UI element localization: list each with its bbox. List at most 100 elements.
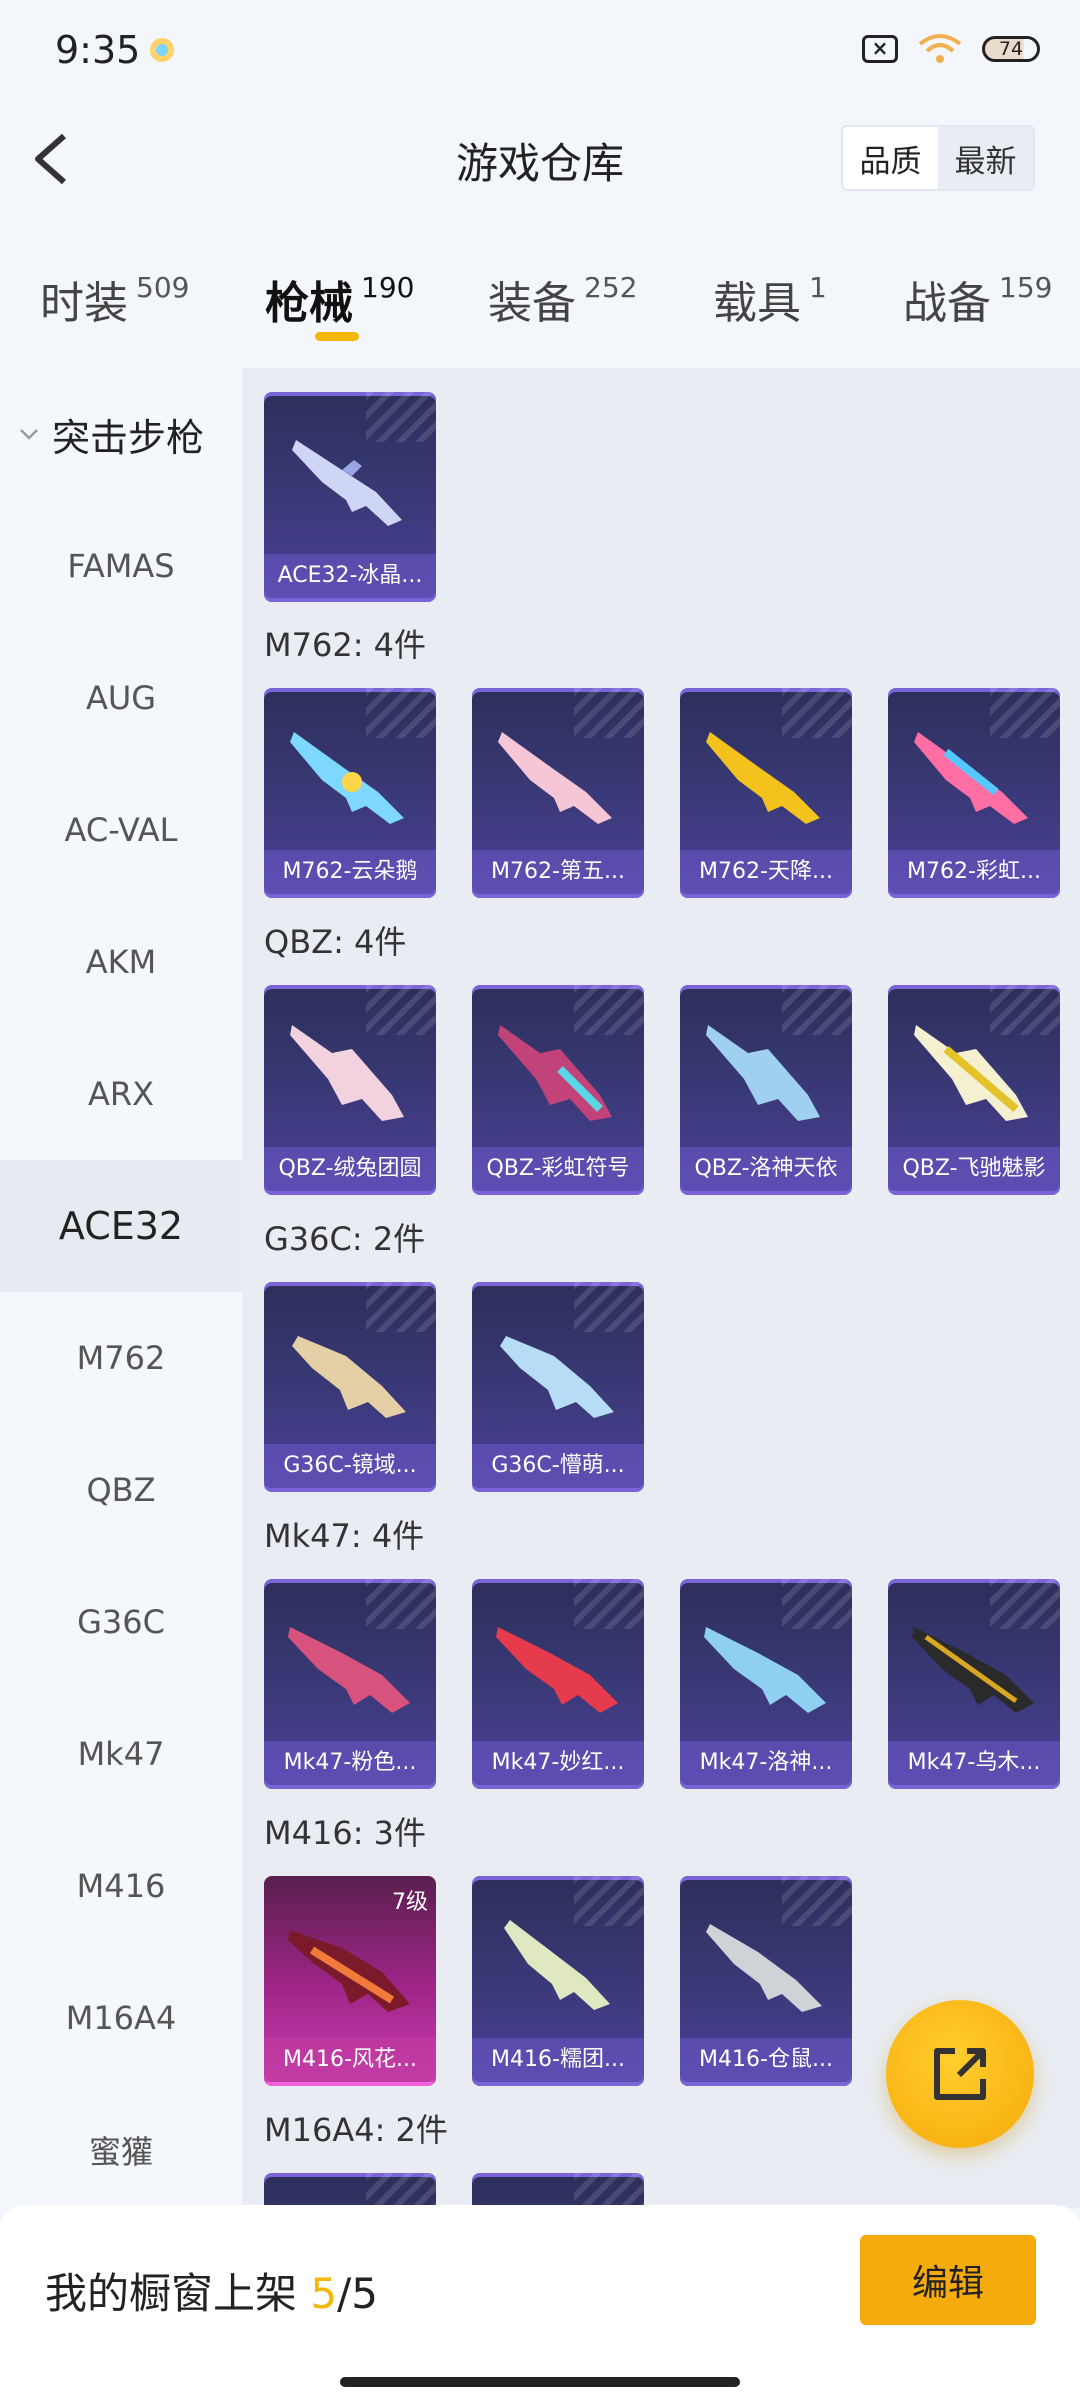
rifle-skin-image xyxy=(498,1025,612,1121)
status-time: 9:35 xyxy=(55,28,141,72)
tab-count: 1 xyxy=(809,271,827,304)
share-button[interactable] xyxy=(886,2000,1034,2148)
rifle-skin-image xyxy=(912,1627,1034,1713)
sidebar-item-qbz[interactable]: QBZ xyxy=(0,1424,242,1556)
skin-card[interactable] xyxy=(472,2173,644,2208)
skin-name: M762-第五... xyxy=(472,850,644,894)
showcase-label: 我的橱窗上架 5/5 xyxy=(45,2260,378,2321)
skin-name: M416-风花... xyxy=(264,2038,436,2082)
skin-card[interactable]: ACE32-冰晶... xyxy=(264,392,436,602)
showcase-bar: 我的橱窗上架 5/5 编辑 xyxy=(0,2205,1080,2400)
sidebar-item-m762[interactable]: M762 xyxy=(0,1292,242,1424)
sidebar-group-header[interactable]: 突击步枪 xyxy=(0,368,242,500)
showcase-text: 我的橱窗上架 xyxy=(45,2269,298,2318)
skin-name: G36C-懵萌... xyxy=(472,1444,644,1488)
skin-card[interactable]: M762-云朵鹅 xyxy=(264,688,436,898)
sidebar-item-arx[interactable]: ARX xyxy=(0,1028,242,1160)
sort-quality-button[interactable]: 品质 xyxy=(843,127,938,189)
skin-card[interactable]: M416-糯团... xyxy=(472,1876,644,2086)
skin-name: QBZ-洛神天依 xyxy=(680,1147,852,1191)
sidebar-item-akm[interactable]: AKM xyxy=(0,896,242,1028)
tab-guns[interactable]: 枪械 190 xyxy=(265,267,414,331)
tab-vehicles[interactable]: 载具 1 xyxy=(713,267,827,331)
skin-card[interactable]: QBZ-洛神天依 xyxy=(680,985,852,1195)
skin-name: ACE32-冰晶... xyxy=(264,554,436,598)
rifle-skin-image xyxy=(290,1025,404,1121)
tab-label: 枪械 xyxy=(265,278,353,329)
skin-name: QBZ-彩虹符号 xyxy=(472,1147,644,1191)
skin-card[interactable]: M416-仓鼠... xyxy=(680,1876,852,2086)
section-title-m762: M762: 4件 xyxy=(264,626,427,664)
skin-name: G36C-镜域... xyxy=(264,1444,436,1488)
sort-toggle: 品质 最新 xyxy=(841,125,1035,191)
tab-label: 战备 xyxy=(903,278,991,329)
category-tabs: 时装 509 枪械 190 装备 252 载具 1 战备 159 xyxy=(0,255,1080,365)
home-indicator[interactable] xyxy=(340,2377,740,2387)
section-title-qbz: QBZ: 4件 xyxy=(264,923,407,961)
battery-indicator: 74 xyxy=(982,36,1040,62)
sidebar-item-m416[interactable]: M416 xyxy=(0,1820,242,1952)
rifle-skin-image xyxy=(288,1627,410,1713)
sidebar-item-ac-val[interactable]: AC-VAL xyxy=(0,764,242,896)
sort-newest-button[interactable]: 最新 xyxy=(938,127,1033,189)
skin-card[interactable]: Mk47-乌木... xyxy=(888,1579,1060,1789)
tab-equipment[interactable]: 装备 252 xyxy=(488,267,637,331)
rifle-skin-image xyxy=(498,732,612,824)
notification-icon xyxy=(150,38,174,62)
sidebar-item-m16a4[interactable]: M16A4 xyxy=(0,1952,242,2084)
skin-name: Mk47-乌木... xyxy=(888,1741,1060,1785)
skin-card[interactable]: QBZ-彩虹符号 xyxy=(472,985,644,1195)
skin-name: Mk47-妙红... xyxy=(472,1741,644,1785)
sidebar-item-g36c[interactable]: G36C xyxy=(0,1556,242,1688)
skin-name: M762-云朵鹅 xyxy=(264,850,436,894)
sidebar-item-mk47[interactable]: Mk47 xyxy=(0,1688,242,1820)
tab-label: 载具 xyxy=(713,278,801,329)
chevron-down-icon xyxy=(20,429,38,440)
edit-button[interactable]: 编辑 xyxy=(860,2235,1036,2325)
rifle-skin-image xyxy=(504,1920,610,2010)
skin-card[interactable]: QBZ-绒兔团圆 xyxy=(264,985,436,1195)
rifle-skin-image xyxy=(914,1025,1028,1121)
skin-name: QBZ-飞驰魅影 xyxy=(888,1147,1060,1191)
tab-fashion[interactable]: 时装 509 xyxy=(40,267,189,331)
rifle-skin-image xyxy=(706,1924,822,2012)
skin-card[interactable]: Mk47-妙红... xyxy=(472,1579,644,1789)
rifle-skin-image xyxy=(704,1627,826,1713)
rifle-skin-image xyxy=(706,732,820,824)
skin-card[interactable]: M762-天降... xyxy=(680,688,852,898)
skin-card[interactable]: M762-彩虹... xyxy=(888,688,1060,898)
skin-card[interactable] xyxy=(264,2173,436,2208)
status-bar: 9:35 × 74 xyxy=(0,0,1080,100)
skin-card[interactable]: Mk47-洛神... xyxy=(680,1579,852,1789)
skin-card[interactable]: Mk47-粉色... xyxy=(264,1579,436,1789)
sidebar-item-ace32[interactable]: ACE32 xyxy=(0,1160,242,1292)
share-external-icon xyxy=(934,2048,986,2100)
sidebar-item-famas[interactable]: FAMAS xyxy=(0,500,242,632)
skin-card[interactable]: QBZ-飞驰魅影 xyxy=(888,985,1060,1195)
tab-count: 509 xyxy=(136,271,190,304)
skin-name: Mk47-洛神... xyxy=(680,1741,852,1785)
weapon-skin-grid: ACE32-冰晶... M762: 4件 M762-云朵鹅 M762-第五...… xyxy=(242,368,1080,2208)
tab-combat-supplies[interactable]: 战备 159 xyxy=(903,267,1052,331)
skin-card[interactable]: G36C-镜域... xyxy=(264,1282,436,1492)
skin-name: M762-彩虹... xyxy=(888,850,1060,894)
rifle-skin-image xyxy=(914,732,1028,824)
skin-name: M416-仓鼠... xyxy=(680,2038,852,2082)
skin-name: M762-天降... xyxy=(680,850,852,894)
sidebar-item-aug[interactable]: AUG xyxy=(0,632,242,764)
rifle-skin-image xyxy=(292,1336,406,1418)
wifi-icon xyxy=(918,32,962,66)
skin-card[interactable]: M762-第五... xyxy=(472,688,644,898)
active-tab-indicator xyxy=(315,332,359,341)
section-title-g36c: G36C: 2件 xyxy=(264,1220,426,1258)
skin-name: QBZ-绒兔团圆 xyxy=(264,1147,436,1191)
skin-card[interactable]: G36C-懵萌... xyxy=(472,1282,644,1492)
sidebar-item-honey-badger[interactable]: 蜜獾 xyxy=(0,2084,242,2216)
rifle-skin-image xyxy=(288,1930,410,2012)
skin-card[interactable]: 7级 M416-风花... xyxy=(264,1876,436,2086)
rifle-skin-image xyxy=(290,732,404,824)
rifle-skin-image xyxy=(500,1336,614,1418)
rifle-skin-image xyxy=(292,440,402,526)
tab-label: 装备 xyxy=(488,278,576,329)
showcase-total-count: /5 xyxy=(337,2269,378,2318)
